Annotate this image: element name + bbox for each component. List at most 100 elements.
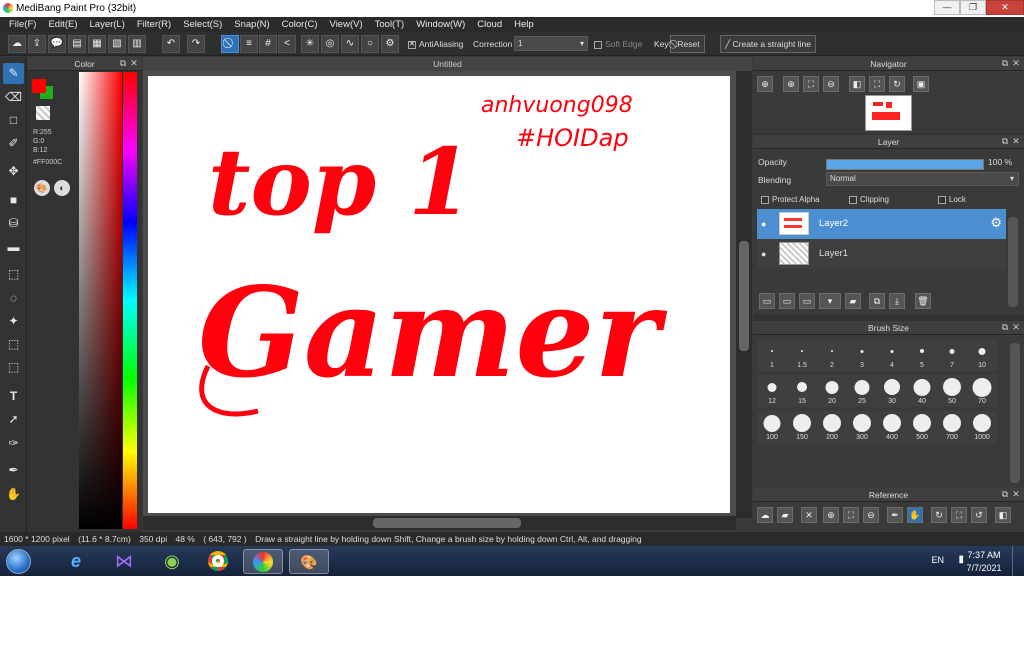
merge-layer-icon[interactable]: ⤓ xyxy=(889,293,905,309)
reference-rotate-icon[interactable]: ↻ xyxy=(931,507,947,523)
brush-size-option[interactable]: 70 xyxy=(967,375,997,407)
brush-size-option[interactable]: 5 xyxy=(907,339,937,371)
menu-layer[interactable]: Layer(L) xyxy=(84,17,131,32)
menu-window[interactable]: Window(W) xyxy=(410,17,471,32)
brush-size-option[interactable]: 30 xyxy=(877,375,907,407)
menu-view[interactable]: View(V) xyxy=(324,17,369,32)
document-icon[interactable]: ▦ xyxy=(88,35,106,53)
eye-icon[interactable]: ● xyxy=(761,219,766,229)
menu-snap[interactable]: Snap(N) xyxy=(228,17,275,32)
brush-size-option[interactable]: 1 xyxy=(757,339,787,371)
popout-icon[interactable]: ⧉ xyxy=(1000,136,1010,146)
brush-size-option[interactable]: 700 xyxy=(937,411,967,443)
reference-open-icon[interactable]: ☁ xyxy=(757,507,773,523)
brush-size-option[interactable]: 400 xyxy=(877,411,907,443)
select-pen-tool-icon[interactable]: ⬚ xyxy=(3,334,24,355)
menu-filter[interactable]: Filter(R) xyxy=(131,17,177,32)
start-button[interactable] xyxy=(6,549,31,574)
correction-select[interactable]: 1 ▾ xyxy=(514,36,588,51)
layer-row-layer1[interactable]: ● Layer1 xyxy=(757,239,1006,269)
panel-close-icon[interactable]: ✕ xyxy=(1011,489,1021,499)
lock-toggle[interactable]: Lock xyxy=(938,195,966,204)
reference-flip-icon[interactable]: ◧ xyxy=(995,507,1011,523)
popout-icon[interactable]: ⧉ xyxy=(118,58,128,68)
reference-fit-window-icon[interactable]: ⛶ xyxy=(951,507,967,523)
clipping-toggle[interactable]: Clipping xyxy=(849,195,889,204)
brush-size-option[interactable]: 300 xyxy=(847,411,877,443)
new-8bit-layer-icon[interactable]: ▭ xyxy=(799,293,815,309)
antialiasing-checkbox[interactable]: ✕ xyxy=(408,40,416,49)
palette-icon[interactable]: 🎨 xyxy=(34,180,50,196)
material-icon[interactable]: ▧ xyxy=(108,35,126,53)
zoom-out-icon[interactable]: ⊖ xyxy=(823,76,839,92)
lock-checkbox[interactable] xyxy=(938,195,946,204)
reference-zoom-in-icon[interactable]: ⊕ xyxy=(823,507,839,523)
show-desktop-button[interactable] xyxy=(1012,546,1024,576)
redo-icon[interactable]: ↷ xyxy=(187,35,205,53)
text-tool-icon[interactable]: T xyxy=(3,386,24,407)
document-tab[interactable]: Untitled xyxy=(143,57,752,71)
clipping-checkbox[interactable] xyxy=(849,195,857,204)
canvas-vertical-scrollbar[interactable] xyxy=(736,71,752,518)
add-layer-dropdown-icon[interactable]: ▾ xyxy=(819,293,841,309)
brush-size-option[interactable]: 10 xyxy=(967,339,997,371)
folder-icon[interactable]: ▰ xyxy=(845,293,861,309)
rectangle-tool-icon[interactable]: ■ xyxy=(3,190,24,211)
panel-close-icon[interactable]: ✕ xyxy=(1011,322,1021,332)
brush-size-option[interactable]: 1.5 xyxy=(787,339,817,371)
reset-view-icon[interactable]: ▣ xyxy=(913,76,929,92)
menu-color[interactable]: Color(C) xyxy=(276,17,324,32)
foreground-color-swatch[interactable] xyxy=(32,79,46,93)
brush-size-option[interactable]: 50 xyxy=(937,375,967,407)
visual-studio-icon[interactable]: ⋈ xyxy=(104,549,144,574)
opacity-slider[interactable] xyxy=(826,159,984,170)
eye-icon[interactable]: ● xyxy=(761,249,766,259)
brush-size-option[interactable]: 200 xyxy=(817,411,847,443)
blending-select[interactable]: Normal ▾ xyxy=(826,172,1019,186)
brush-size-option[interactable]: 500 xyxy=(907,411,937,443)
close-button[interactable]: ✕ xyxy=(986,0,1024,15)
hue-slider[interactable] xyxy=(123,72,137,529)
canvas-horizontal-scrollbar[interactable] xyxy=(143,516,736,530)
brush-size-option[interactable]: 7 xyxy=(937,339,967,371)
menu-help[interactable]: Help xyxy=(508,17,540,32)
undo-icon[interactable]: ↶ xyxy=(162,35,180,53)
language-indicator[interactable]: EN xyxy=(931,555,944,565)
horizontal-scroll-thumb[interactable] xyxy=(373,518,521,528)
color-history-icon[interactable]: ◐ xyxy=(54,180,70,196)
vanishing-point-icon[interactable]: < xyxy=(278,35,296,53)
brush-size-option[interactable]: 4 xyxy=(877,339,907,371)
menu-select[interactable]: Select(S) xyxy=(177,17,228,32)
brush-size-option[interactable]: 150 xyxy=(787,411,817,443)
menu-cloud[interactable]: Cloud xyxy=(471,17,508,32)
reference-zoom-out-icon[interactable]: ⊖ xyxy=(863,507,879,523)
duplicate-layer-icon[interactable]: ⧉ xyxy=(869,293,885,309)
brush-size-option[interactable]: 20 xyxy=(817,375,847,407)
move-tool-icon[interactable]: ✥ xyxy=(3,161,24,182)
lasso-tool-icon[interactable]: ◌ xyxy=(3,288,24,309)
popout-icon[interactable]: ⧉ xyxy=(1000,58,1010,68)
vertical-scroll-thumb[interactable] xyxy=(739,241,749,351)
new-halftone-layer-icon[interactable]: ▭ xyxy=(779,293,795,309)
canvas-area[interactable]: top 1 Gamer anhvuong098 #HOIDap xyxy=(143,71,752,518)
layer-row-layer2[interactable]: ● Layer2 ⚙ xyxy=(757,209,1006,239)
brush-tool-icon[interactable]: ✎ xyxy=(3,63,24,84)
brush-size-option[interactable]: 25 xyxy=(847,375,877,407)
protect-alpha-toggle[interactable]: Protect Alpha xyxy=(761,195,820,204)
eraser-tool-icon[interactable]: ⌫ xyxy=(3,87,24,108)
brush-size-option[interactable]: 1000 xyxy=(967,411,997,443)
gear-icon[interactable]: ⚙ xyxy=(990,215,1002,231)
brush-size-option[interactable]: 12 xyxy=(757,375,787,407)
navigator-thumbnail[interactable] xyxy=(865,95,912,131)
gradient-tool-icon[interactable]: ▬ xyxy=(3,237,24,258)
comment-icon[interactable]: 💬 xyxy=(48,35,66,53)
reset-button[interactable]: ⃠ Reset xyxy=(670,35,705,53)
brush-size-option[interactable]: 15 xyxy=(787,375,817,407)
restore-button[interactable]: ❐ xyxy=(960,0,986,15)
pen-tool-icon[interactable]: ✐ xyxy=(3,133,24,154)
brush-size-option[interactable]: 2 xyxy=(817,339,847,371)
snap-off-icon[interactable]: ⃠ xyxy=(221,35,239,53)
clock-date[interactable]: 7/7/2021 xyxy=(964,563,1004,573)
reference-eyedropper-icon[interactable]: ✒ xyxy=(887,507,903,523)
rotate-icon[interactable]: ↻ xyxy=(889,76,905,92)
